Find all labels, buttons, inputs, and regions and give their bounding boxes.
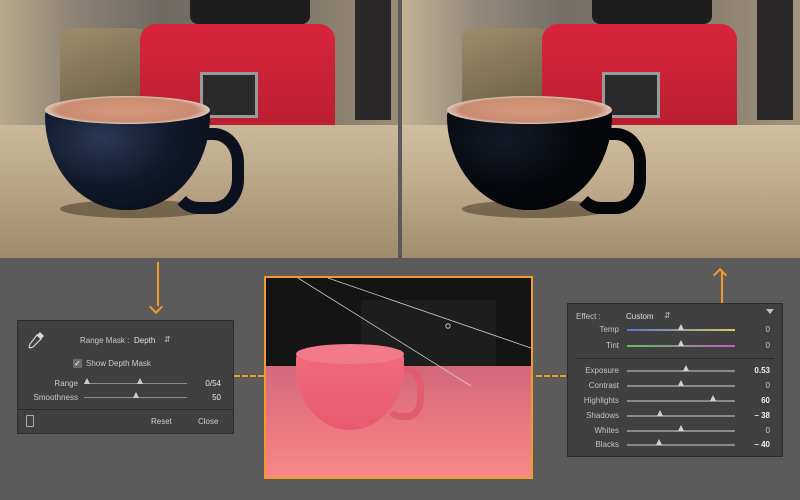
range-slider-track[interactable] (84, 383, 187, 384)
range-label: Range (54, 379, 78, 388)
range-mask-select[interactable]: Depth (134, 336, 155, 345)
phone-icon[interactable] (26, 415, 34, 427)
depth-range-guides (297, 278, 531, 387)
cup-rim (447, 96, 612, 124)
panel-divider (18, 409, 233, 410)
effect-label: Effect : (576, 312, 601, 321)
slider-thumb-tint[interactable] (678, 340, 684, 346)
slider-track-blacks[interactable] (627, 444, 735, 446)
slider-value-contrast: 0 (765, 381, 770, 390)
range-slider-thumb-low[interactable] (84, 378, 90, 384)
roaster-top (190, 0, 310, 24)
slider-thumb-blacks[interactable] (656, 439, 663, 445)
arrow-up-icon (712, 267, 728, 283)
slider-label-whites: Whites (594, 426, 619, 435)
slider-value-blacks: – 40 (754, 440, 770, 449)
slider-value-temp: 0 (765, 325, 770, 334)
checkbox-checked-icon[interactable]: ✓ (73, 359, 82, 368)
slider-value-highlights: 60 (761, 396, 770, 405)
panel-divider (576, 358, 774, 359)
reset-button[interactable]: Reset (151, 417, 172, 426)
smoothness-value: 50 (212, 393, 221, 402)
roaster-pipe (757, 0, 793, 120)
dashed-connector-left (234, 375, 264, 377)
slider-track-highlights[interactable] (627, 400, 735, 402)
slider-label-blacks: Blacks (595, 440, 619, 449)
slider-thumb-highlights[interactable] (710, 395, 717, 401)
slider-label-tint: Tint (605, 341, 619, 350)
arrow-down-icon (148, 299, 164, 315)
updown-caret-icon[interactable]: ⇵ (664, 311, 671, 320)
slider-label-temp: Temp (599, 325, 619, 334)
arrow-down-connector (157, 262, 159, 306)
dashed-connector-right (536, 375, 566, 377)
eyedropper-icon[interactable] (26, 330, 46, 350)
updown-caret-icon[interactable]: ⇵ (164, 335, 171, 344)
slider-value-whites: 0 (765, 426, 770, 435)
range-slider-thumb-high[interactable] (137, 378, 143, 384)
slider-track-exposure[interactable] (627, 370, 735, 372)
effect-select[interactable]: Custom (626, 312, 654, 321)
slider-track-shadows[interactable] (627, 415, 735, 417)
slider-label-contrast: Contrast (588, 381, 619, 390)
roaster-top (592, 0, 712, 24)
photo-before (0, 0, 398, 258)
slider-value-tint: 0 (765, 341, 770, 350)
slider-value-shadows: – 38 (754, 411, 770, 420)
slider-thumb-exposure[interactable] (683, 365, 690, 371)
smoothness-slider-thumb[interactable] (133, 392, 139, 398)
photo-after (402, 0, 800, 258)
triangle-down-icon[interactable] (766, 309, 774, 314)
roaster-pipe (355, 0, 391, 120)
slider-label-exposure: Exposure (585, 366, 619, 375)
slider-thumb-temp[interactable] (678, 324, 684, 330)
range-guide-handle[interactable] (445, 323, 451, 329)
show-depth-mask-label: Show Depth Mask (86, 359, 151, 368)
effect-panel: Effect : Custom ⇵ Temp 0 Tint 0 Exposure 0.53… (567, 303, 783, 457)
cup-rim (45, 96, 210, 124)
smoothness-label: Smoothness (33, 393, 78, 402)
range-mask-label: Range Mask : (80, 336, 130, 345)
slider-label-shadows: Shadows (586, 411, 619, 420)
show-depth-mask-toggle[interactable]: ✓ Show Depth Mask (73, 359, 151, 368)
depth-mask-preview (264, 276, 533, 479)
slider-label-highlights: Highlights (583, 396, 619, 405)
slider-thumb-shadows[interactable] (657, 410, 664, 416)
range-mask-panel: Range Mask : Depth ⇵ ✓ Show Depth Mask R… (17, 320, 234, 434)
close-button[interactable]: Close (198, 417, 218, 426)
range-value: 0/54 (205, 379, 221, 388)
slider-thumb-contrast[interactable] (678, 380, 684, 386)
slider-thumb-whites[interactable] (678, 425, 684, 431)
slider-value-exposure: 0.53 (754, 366, 770, 375)
